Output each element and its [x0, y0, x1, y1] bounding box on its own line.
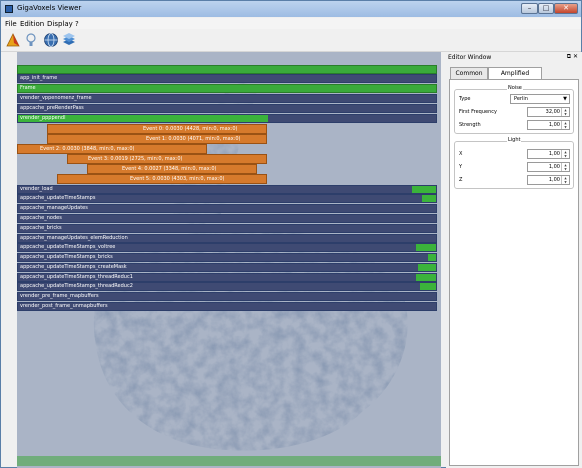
float-icon[interactable]: ⧉: [567, 53, 571, 60]
profiler-row: appcache_updateTimeStamps_voltree: [17, 243, 437, 252]
event-bar: Event 1: 0.0030 (4071, min:0, max:0): [47, 134, 267, 144]
tab-panel-amplified-volume: Noise Type Perlin ▼ First Frequency 32,0…: [449, 79, 579, 466]
event-bar: Event 0: 0.0030 (4428, min:0, max:0): [47, 124, 267, 134]
spin-arrows-icon[interactable]: ▲ ▼: [561, 176, 569, 184]
profiler-row: appcache_updateTimeStamps_bricks: [17, 253, 437, 262]
type-label: Type: [459, 96, 471, 102]
status-bar: [17, 456, 441, 466]
light-z-spinbox[interactable]: 1,00 ▲ ▼: [527, 175, 570, 185]
profiler-row: appcache_preRenderPass: [17, 104, 437, 113]
editor-dock-controls: ⧉ ✕: [567, 53, 578, 61]
window-title: GigaVoxels Viewer: [17, 4, 82, 12]
light-x-spinbox[interactable]: 1,00 ▲ ▼: [527, 149, 570, 159]
app-window: GigaVoxels Viewer – □ ✕ File Edition Dis…: [0, 0, 582, 468]
toolbar: [1, 29, 581, 52]
event-bar: Event 3: 0.0019 (2725, min:0, max:0): [67, 154, 267, 164]
spin-arrows-icon[interactable]: ▲ ▼: [561, 108, 569, 116]
row-duration-bar: [416, 274, 436, 281]
type-select[interactable]: Perlin ▼: [510, 94, 570, 104]
profiler-row: appcache_bricks: [17, 224, 437, 233]
chevron-down-icon: ▼: [563, 96, 567, 102]
event-bar: Event 2: 0.0030 (3848, min:0, max:0): [17, 144, 207, 154]
light-group: Light X 1,00 ▲ ▼ Y 1,00 ▲ ▼ Z 1,00 ▲ ▼: [454, 137, 574, 189]
light-y-label: Y: [459, 164, 463, 170]
light-y-spinbox[interactable]: 1,00 ▲ ▼: [527, 162, 570, 172]
row-duration-bar: [416, 244, 436, 251]
strength-label: Strength: [459, 122, 481, 128]
menu-display[interactable]: Display: [47, 20, 73, 28]
menu-bar: File Edition Display ?: [1, 18, 581, 29]
strength-spinbox[interactable]: 1,00 ▲ ▼: [527, 120, 570, 130]
profiler-row: Frame: [17, 84, 437, 93]
editor-title: Editor Window: [448, 54, 492, 61]
profiler-row: vrender_post_frame_unmapbuffers: [17, 302, 437, 311]
profiler-row: appcache_nodes: [17, 214, 437, 223]
lightbulb-icon[interactable]: [23, 32, 39, 48]
profiler-row: appcache_updateTimeStamps_threadReduc2: [17, 282, 437, 291]
title-bar[interactable]: GigaVoxels Viewer – □ ✕: [1, 1, 581, 17]
render-viewport[interactable]: app_init_frame Frame vrender_vppenomenz_…: [17, 52, 441, 468]
globe-icon[interactable]: [43, 32, 59, 48]
profiler-row: appcache_manageUpdates: [17, 204, 437, 213]
profiler-row: vrender_load: [17, 185, 437, 194]
app-icon: [5, 5, 13, 13]
event-bar: Event 4: 0.0027 (3348, min:0, max:0): [87, 164, 257, 174]
profiler-row: app_init_frame: [17, 74, 437, 83]
spin-arrows-icon[interactable]: ▲ ▼: [561, 121, 569, 129]
minimize-button[interactable]: –: [521, 3, 538, 14]
profiler-row: [17, 65, 437, 74]
light-group-title: Light: [507, 137, 522, 143]
editor-panel: Editor Window ⧉ ✕ Common Amplified Volum…: [446, 52, 582, 468]
profiler-row: appcache_updateTimeStamps_threadReduc1: [17, 273, 437, 282]
profiler-row: vrender_pre_frame_mapbuffers: [17, 292, 437, 301]
close-button[interactable]: ✕: [554, 3, 578, 14]
light-x-label: X: [459, 151, 463, 157]
profiler-row: appcache_updateTimeStamps: [17, 194, 437, 203]
menu-file[interactable]: File: [5, 20, 17, 28]
light-z-label: Z: [459, 177, 463, 183]
menu-edition[interactable]: Edition: [20, 20, 44, 28]
event-bar: Event 5: 0.0030 (4303, min:0, max:0): [57, 174, 267, 184]
row-duration-bar: [422, 195, 436, 202]
row-duration-bar: [420, 283, 436, 290]
first-frequency-spinbox[interactable]: 32,00 ▲ ▼: [527, 107, 570, 117]
layers-icon[interactable]: [61, 32, 77, 48]
spin-arrows-icon[interactable]: ▲ ▼: [561, 150, 569, 158]
spin-arrows-icon[interactable]: ▲ ▼: [561, 163, 569, 171]
maximize-button[interactable]: □: [538, 3, 554, 14]
row-duration-bar: [412, 186, 436, 193]
profiler-row: appcache_manageUpdates_elemReduction: [17, 234, 437, 243]
cone-icon[interactable]: [5, 32, 21, 48]
profiler-row: appcache_updateTimeStamps_createMask: [17, 263, 437, 272]
row-duration-bar: [418, 264, 436, 271]
menu-help[interactable]: ?: [75, 20, 79, 28]
profiler-row: vrender_vppenomenz_frame: [17, 94, 437, 103]
profiler-row: vrender_ppppendl: [17, 114, 437, 123]
noise-group-title: Noise: [507, 85, 523, 91]
close-icon[interactable]: ✕: [573, 53, 578, 60]
row-duration-bar: [428, 254, 436, 261]
noise-group: Noise Type Perlin ▼ First Frequency 32,0…: [454, 85, 574, 134]
first-frequency-label: First Frequency: [459, 109, 497, 115]
